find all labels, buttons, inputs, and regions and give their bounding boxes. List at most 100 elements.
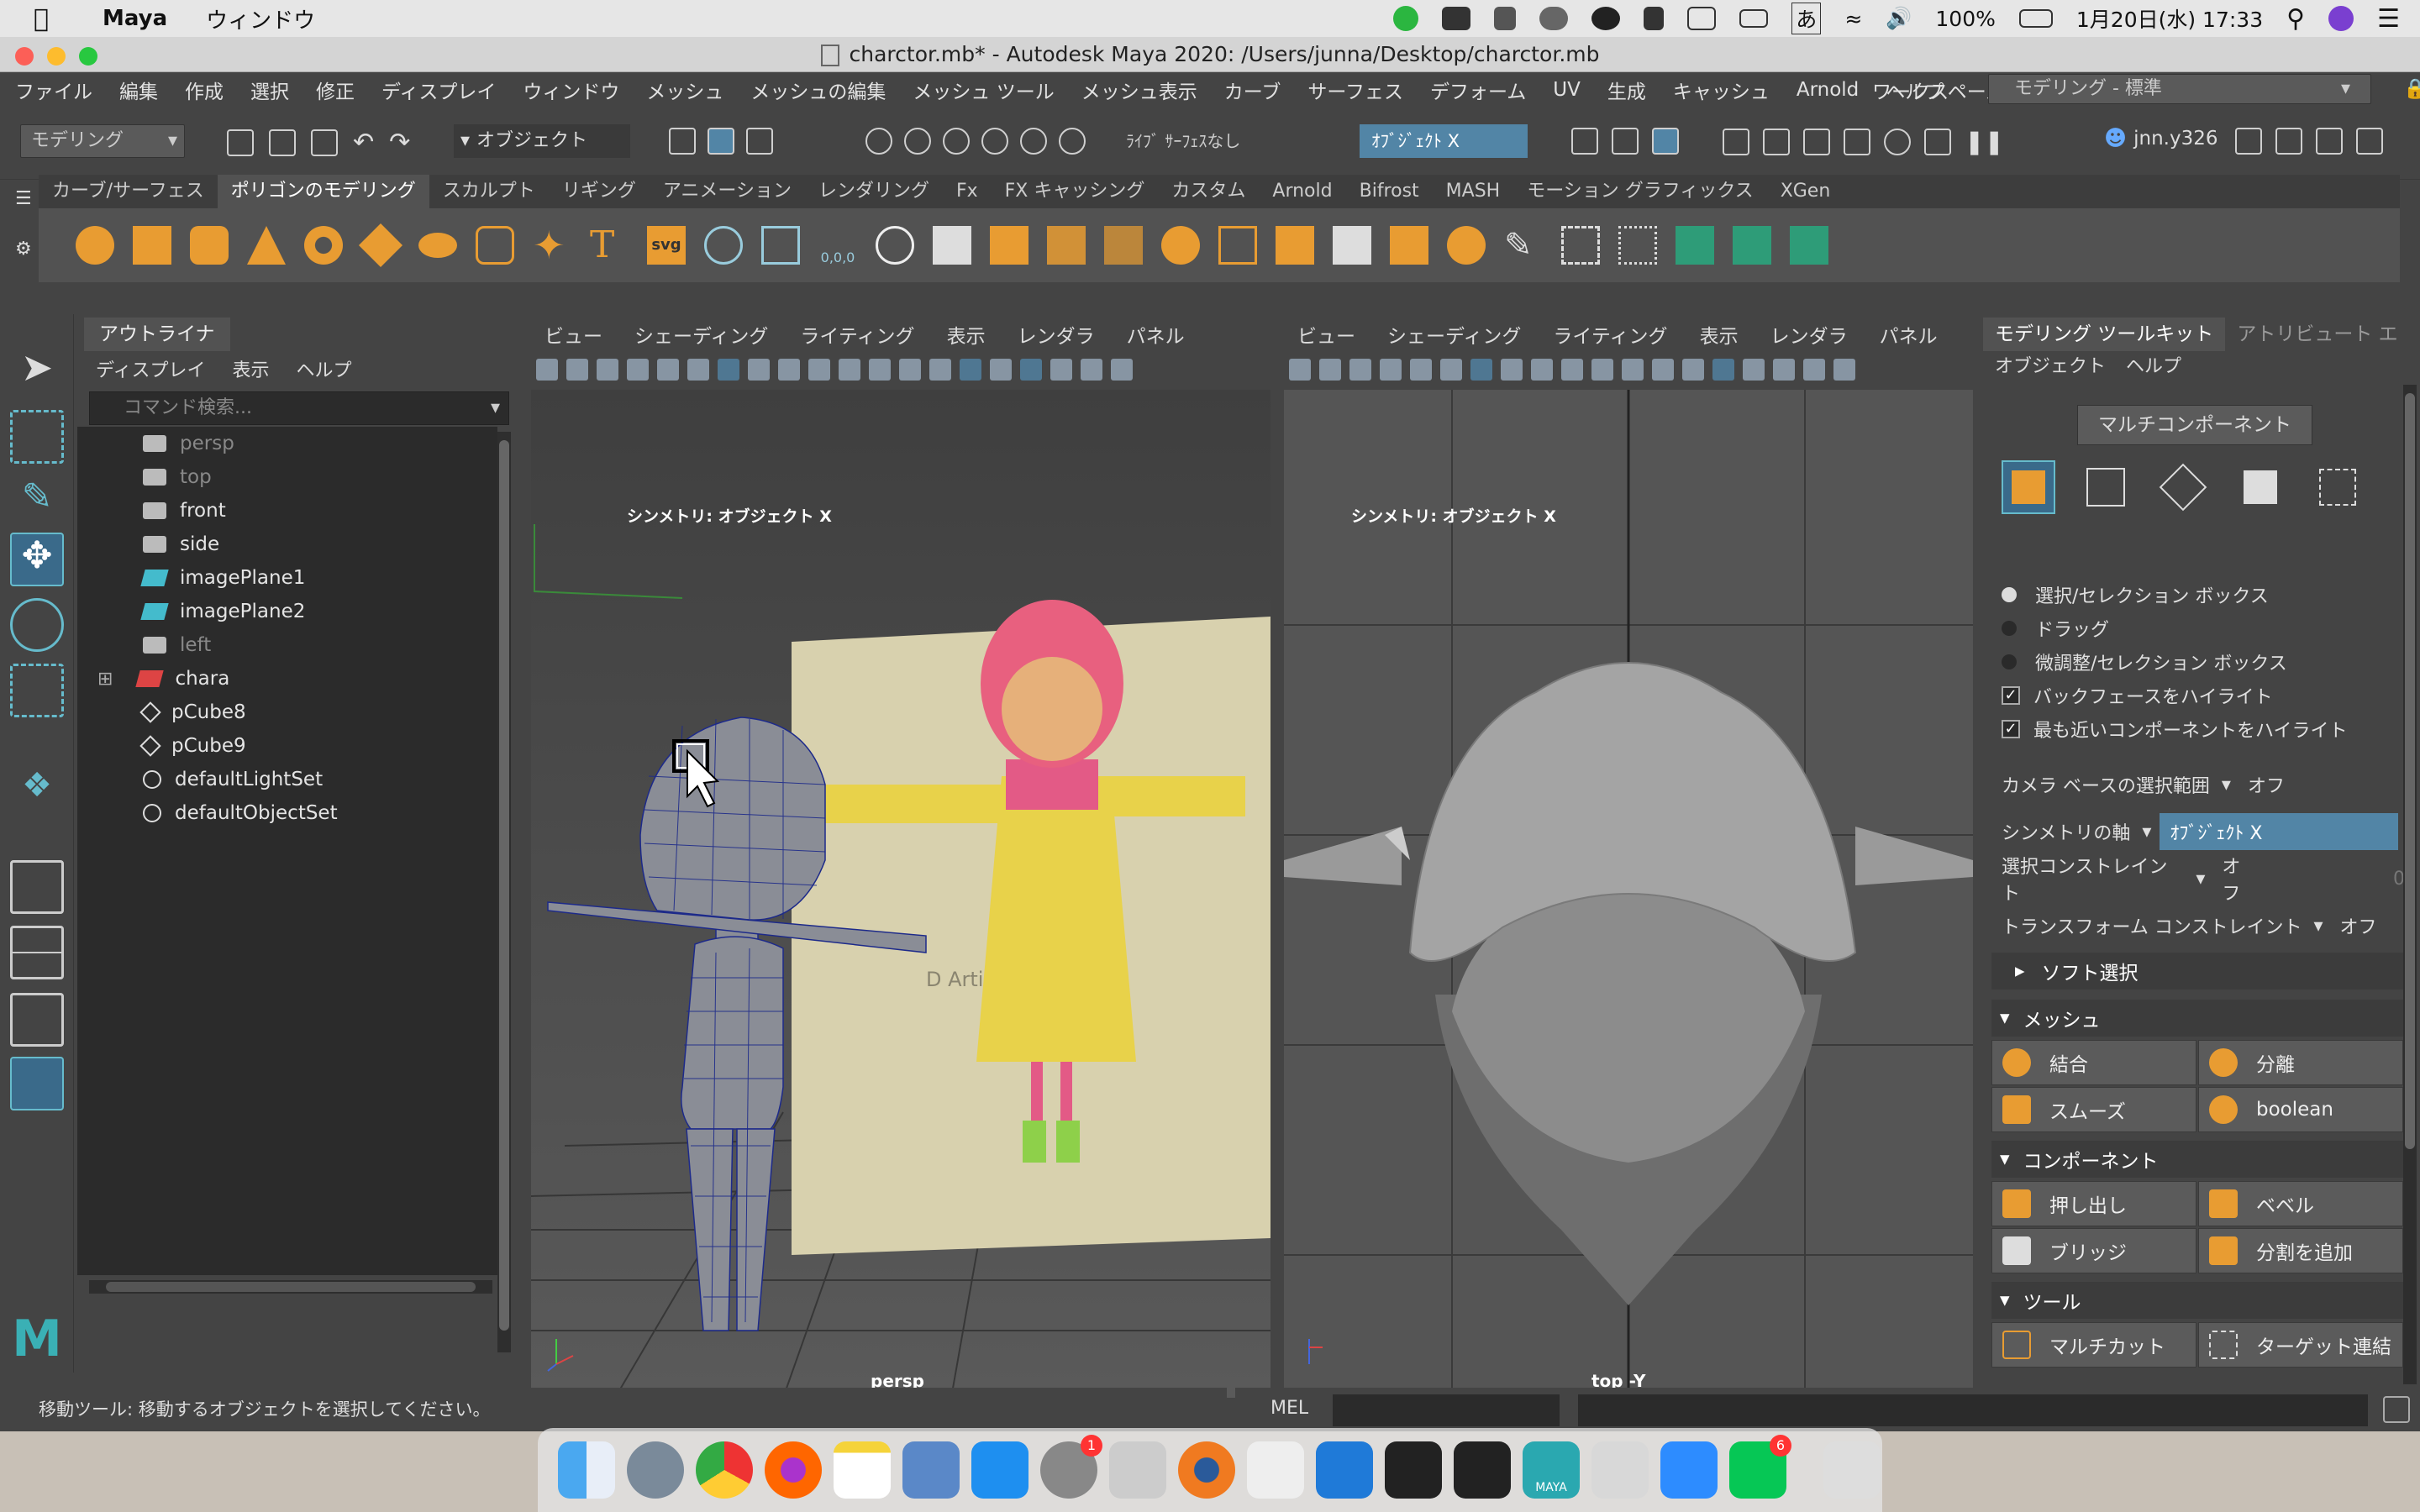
soft-select-section[interactable]: ▸ ソフト選択	[1991, 953, 2403, 990]
field-chart-icon[interactable]	[1591, 359, 1613, 381]
target-weld-button[interactable]: ターゲット連結	[2198, 1322, 2403, 1368]
radio[interactable]	[2002, 654, 2017, 669]
face-mode-button[interactable]	[2233, 460, 2287, 514]
outliner-item[interactable]: persp	[77, 427, 497, 460]
menu-uv[interactable]: UV	[1553, 79, 1581, 101]
planar-map-icon[interactable]	[1733, 226, 1771, 265]
menu-curves[interactable]: カーブ	[1224, 76, 1281, 104]
select-by-object-icon[interactable]	[708, 128, 734, 155]
tab-modeling-toolkit[interactable]: モデリング ツールキット	[1983, 318, 2226, 351]
render-setup-icon[interactable]	[1924, 128, 1951, 155]
firefox-icon[interactable]	[765, 1441, 822, 1499]
svg-icon[interactable]: svg	[647, 226, 686, 265]
menu-select[interactable]: 選択	[250, 76, 289, 104]
multi-cut-icon[interactable]: ✎	[1504, 226, 1543, 265]
blender-icon[interactable]	[1178, 1441, 1235, 1499]
top-view[interactable]: シンメトリ: オブジェクト X top -Y	[1284, 390, 1973, 1398]
vp-menu-show[interactable]: 表示	[947, 320, 986, 349]
shelf-tab-xgen[interactable]: XGen	[1767, 175, 1844, 208]
combine-button[interactable]: 結合	[1991, 1040, 2196, 1085]
last-used-tool[interactable]: ❖	[10, 766, 64, 820]
uv-mode-button[interactable]	[2311, 460, 2365, 514]
photos-icon[interactable]	[1591, 1441, 1649, 1499]
render-current-icon[interactable]	[1763, 128, 1790, 155]
layers-icon[interactable]	[1687, 7, 1717, 30]
app-store-icon[interactable]	[971, 1441, 1028, 1499]
menu-edit-mesh[interactable]: メッシュの編集	[750, 76, 886, 104]
preview-icon[interactable]	[902, 1441, 960, 1499]
user-account[interactable]: ☻ jnn.y326	[2104, 126, 2217, 151]
shelf-tab-mash[interactable]: MASH	[1433, 175, 1514, 208]
shelf-tab-fx[interactable]: Fx	[943, 175, 992, 208]
bevel-button[interactable]: ベベル	[2198, 1181, 2403, 1226]
siri-icon[interactable]	[2328, 6, 2354, 31]
nordvpn-icon[interactable]	[1644, 7, 1665, 30]
poly-plane-icon[interactable]	[358, 223, 403, 268]
menu-deform[interactable]: デフォーム	[1430, 76, 1526, 104]
menu-surfaces[interactable]: サーフェス	[1307, 76, 1403, 104]
move-tool[interactable]: ✥	[10, 533, 64, 586]
outliner-item[interactable]: defaultLightSet	[77, 763, 497, 796]
shelf-tab-poly-modeling[interactable]: ポリゴンのモデリング	[217, 175, 429, 208]
2d-pan-zoom-icon[interactable]	[657, 359, 679, 381]
outliner-item[interactable]: ⊞ chara	[77, 662, 497, 696]
grid-toggle-icon[interactable]	[1470, 359, 1492, 381]
film-gate-icon[interactable]	[748, 359, 770, 381]
render-settings-icon[interactable]	[1844, 128, 1870, 155]
option-highlight-backfaces[interactable]: ✓ バックフェースをハイライト	[1983, 679, 2403, 712]
notification-center-icon[interactable]: ☰	[2377, 4, 2400, 34]
option-drag[interactable]: ドラッグ	[1983, 612, 2403, 645]
vp-menu-shading[interactable]: シェーディング	[1387, 320, 1521, 349]
outliner-item[interactable]: left	[77, 628, 497, 662]
tools-section[interactable]: ▾ ツール	[1991, 1282, 2403, 1319]
poly-cylinder-icon[interactable]	[190, 226, 229, 265]
outliner-layout-toggle[interactable]	[10, 1057, 64, 1110]
snap-together-icon[interactable]	[761, 226, 800, 265]
lasso-tool[interactable]	[10, 410, 64, 464]
script-language-toggle[interactable]: MEL	[1270, 1398, 1308, 1419]
menu-file[interactable]: ファイル	[15, 76, 92, 104]
safe-title-icon[interactable]	[1652, 359, 1674, 381]
window-menu[interactable]: ウィンドウ	[206, 3, 315, 34]
vp-menu-lighting[interactable]: ライティング	[800, 320, 914, 349]
separate-button[interactable]: 分離	[2198, 1040, 2403, 1085]
option-highlight-nearest[interactable]: ✓ 最も近いコンポーネントをハイライト	[1983, 712, 2403, 746]
shelf-settings-icon[interactable]: ⚙	[15, 239, 32, 260]
wifi-icon[interactable]: ≈	[1844, 7, 1862, 31]
vp-menu-view[interactable]: ビュー	[1297, 320, 1355, 349]
symmetry-field[interactable]: ｵﾌﾞｼﾞｪｸﾄ X	[1360, 124, 1528, 158]
image-plane-toggle-icon[interactable]	[627, 359, 649, 381]
menu-mesh-tools[interactable]: メッシュ ツール	[913, 76, 1054, 104]
camera-attributes-icon[interactable]	[1319, 359, 1341, 381]
super-shape-icon[interactable]: ✦	[533, 226, 571, 265]
select-camera-icon[interactable]	[1289, 359, 1311, 381]
modeling-toolkit-toggle-icon[interactable]	[2235, 128, 2262, 155]
outliner-search-input[interactable]: コマンド検索... ▾	[89, 391, 509, 425]
new-scene-icon[interactable]	[227, 129, 254, 156]
append-icon[interactable]	[1390, 226, 1428, 265]
shelf-tab-sculpt[interactable]: スカルプト	[429, 175, 549, 208]
safe-action-icon[interactable]	[1622, 359, 1644, 381]
use-default-material-icon[interactable]	[990, 359, 1012, 381]
pen-icon[interactable]	[1494, 7, 1517, 30]
expand-icon[interactable]: ⊞	[97, 669, 113, 690]
use-default-material-icon[interactable]	[1743, 359, 1765, 381]
poly-cube-icon[interactable]	[133, 226, 171, 265]
system-preferences-icon[interactable]: 1	[1040, 1435, 1102, 1499]
textured-icon[interactable]	[1803, 359, 1825, 381]
outliner-item[interactable]: imagePlane2	[77, 595, 497, 628]
checkbox-checked[interactable]: ✓	[2002, 720, 2020, 738]
snap-live-icon[interactable]	[1020, 128, 1047, 155]
gate-mask-icon[interactable]	[1561, 359, 1583, 381]
unity-icon[interactable]	[1385, 1441, 1442, 1499]
menu-mesh[interactable]: メッシュ	[646, 76, 723, 104]
snap-surface-icon[interactable]	[1059, 128, 1086, 155]
search-icon[interactable]: ⚲	[2286, 4, 2305, 34]
object-mode-button[interactable]	[2002, 460, 2055, 514]
script-editor-icon[interactable]	[2383, 1396, 2410, 1423]
shelf-tab-fx-caching[interactable]: FX キャッシング	[992, 175, 1159, 208]
cloud-icon[interactable]	[1539, 7, 1569, 30]
vp-menu-view[interactable]: ビュー	[544, 320, 602, 349]
outliner-item[interactable]: pCube8	[77, 696, 497, 729]
paint-select-tool[interactable]: ✎	[10, 475, 64, 529]
